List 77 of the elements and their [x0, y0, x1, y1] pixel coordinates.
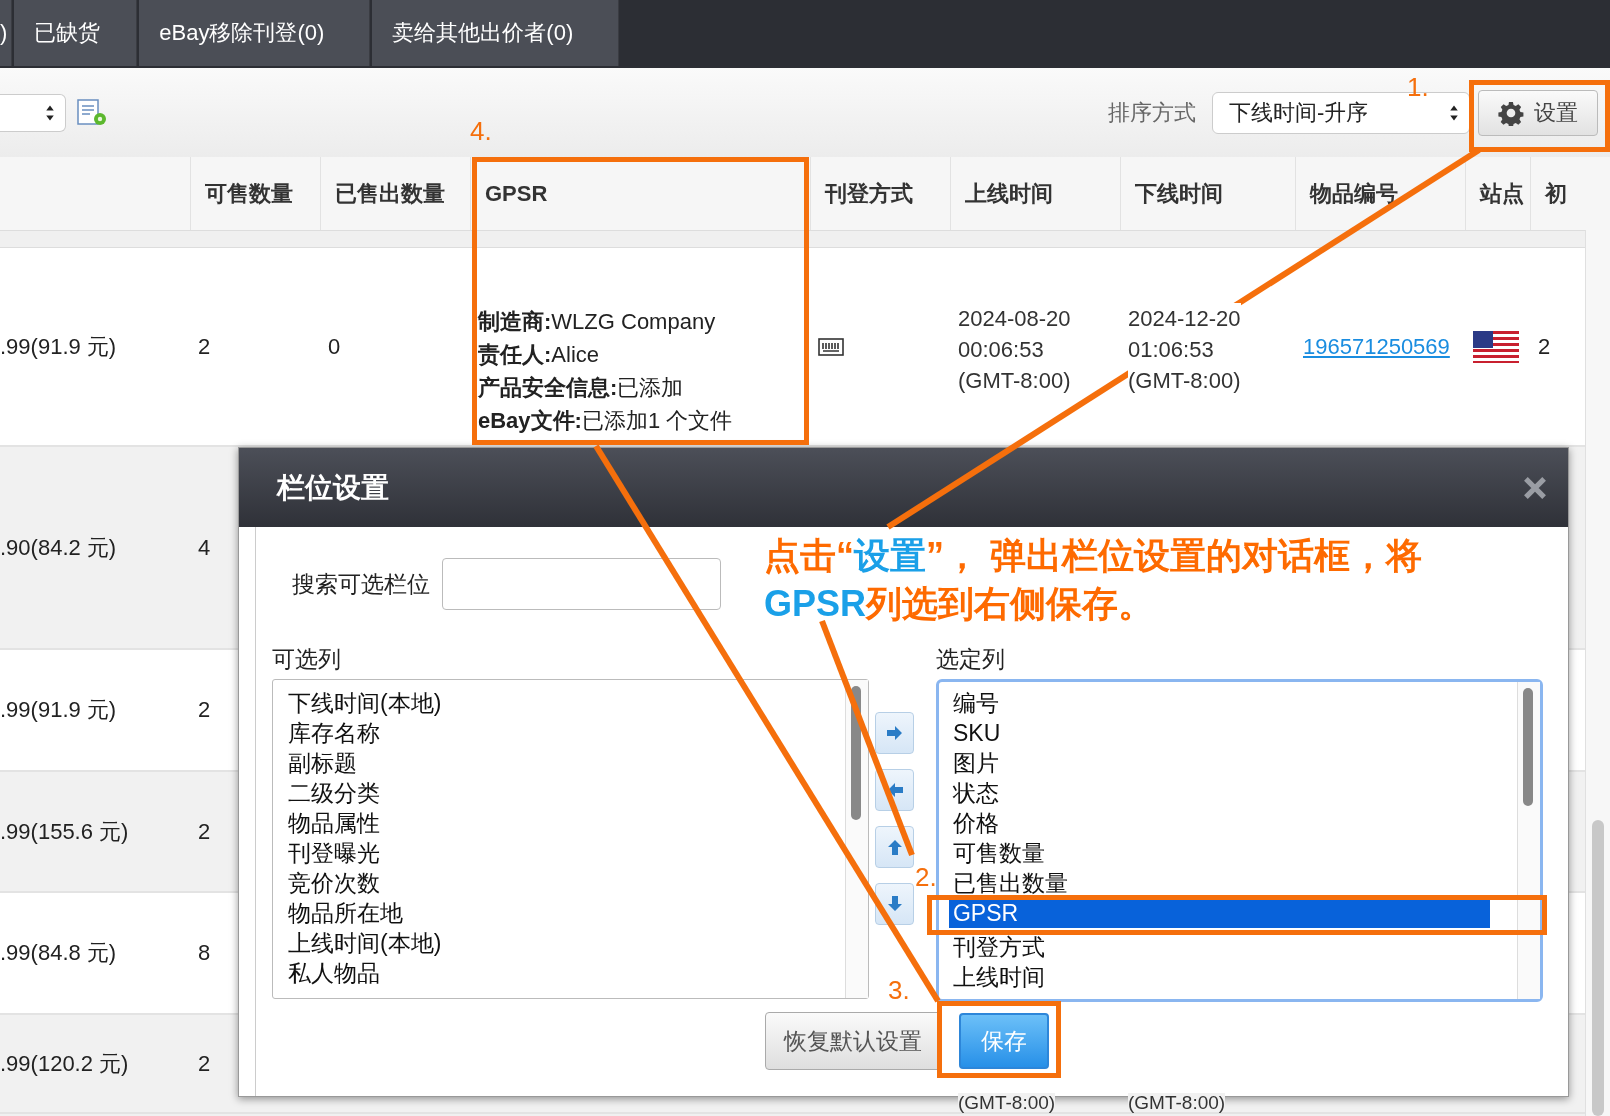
list-item[interactable]: 状态	[952, 778, 999, 808]
settings-button[interactable]: 设置	[1478, 89, 1598, 136]
gpsr-info-line: 产品安全信息:已添加	[478, 374, 684, 402]
list-item[interactable]: 刊登曝光	[288, 838, 380, 868]
table-cell-text: .99(91.9 元)	[0, 332, 117, 361]
gpsr-info-line: eBay文件:已添加1 个文件	[478, 407, 733, 435]
scrollbar-thumb[interactable]	[1523, 688, 1533, 806]
list-item[interactable]: 可售数量	[952, 838, 1045, 868]
table-cell: 8	[198, 940, 211, 966]
table-cell: 2	[198, 1050, 211, 1077]
gpsr-info-line: 制造商:WLZG Company	[478, 308, 716, 336]
table-cell-text: .99(120.2 元)	[0, 1049, 129, 1078]
table-cell: 0	[328, 333, 341, 360]
scrollbar-thumb[interactable]	[851, 686, 862, 820]
tab[interactable]: )	[0, 0, 13, 66]
table-cell: 2	[1538, 333, 1551, 360]
list-item[interactable]: 私人物品	[288, 958, 380, 988]
list-item[interactable]: 图片	[952, 748, 999, 778]
column-header[interactable]: 刊登方式	[825, 178, 913, 209]
tab[interactable]: 卖给其他出价者(0)	[372, 0, 620, 66]
list-label: 可选列	[272, 645, 342, 674]
list-item[interactable]: 上线时间	[952, 962, 1045, 992]
list-label: 选定列	[935, 645, 1006, 674]
column-header[interactable]: 物品编号	[1310, 178, 1398, 209]
table-cell: 2	[198, 333, 211, 360]
column-header[interactable]: 下线时间	[1135, 178, 1223, 209]
tab[interactable]: eBay移除刊登(0)	[139, 0, 371, 66]
instruction-text: 点击“设置”， 弹出栏位设置的对话框，将 GPSR列选到右侧保存。	[764, 534, 1422, 626]
sort-label: 排序方式	[1108, 98, 1196, 127]
settings-icon	[1498, 99, 1524, 126]
column-header[interactable]: GPSR	[485, 180, 548, 207]
list-item[interactable]: SKU	[952, 718, 1001, 748]
keyboard-icon	[818, 336, 844, 357]
updown-icon	[45, 103, 55, 122]
list-item[interactable]: 物品属性	[288, 808, 380, 838]
list-item[interactable]: 物品所在地	[288, 898, 403, 928]
close-icon[interactable]	[1522, 474, 1548, 501]
list-item[interactable]: 上线时间(本地)	[288, 928, 442, 958]
updown-icon	[1449, 103, 1459, 122]
item-number-link[interactable]: 196571250569	[1303, 333, 1450, 360]
table-cell-text: .90(84.2 元)	[0, 533, 117, 562]
column-header[interactable]: 站点	[1480, 178, 1524, 209]
flag-icon	[1473, 330, 1519, 363]
move-button[interactable]	[875, 712, 915, 754]
column-header[interactable]: 可售数量	[205, 178, 293, 209]
list-item[interactable]: GPSR	[948, 898, 1490, 928]
table-cell-text: .99(91.9 元)	[0, 696, 117, 724]
list-item[interactable]: 二级分类	[288, 778, 380, 808]
tab[interactable]: 已缺货	[14, 0, 138, 66]
offline-time: (GMT-8:00)	[1128, 1093, 1226, 1112]
list-item[interactable]: 已售出数量	[952, 868, 1068, 898]
search-field[interactable]	[442, 558, 721, 610]
list-item[interactable]: 价格	[952, 808, 999, 838]
offline-time: 2024-12-20 01:06:53 (GMT-8:00)	[1128, 303, 1241, 396]
step-number: 3.	[888, 975, 910, 1005]
column-header[interactable]: 初	[1545, 178, 1567, 209]
table-cell-text: .99(84.8 元)	[0, 939, 117, 967]
select-field[interactable]	[0, 93, 66, 132]
dialog-title: 栏位设置	[277, 470, 389, 505]
column-header[interactable]: 已售出数量	[335, 178, 445, 209]
list-item[interactable]: 副标题	[288, 748, 357, 778]
step-number: 4.	[470, 116, 492, 146]
list-item[interactable]: 刊登方式	[952, 932, 1045, 962]
step-number: 2.	[915, 862, 937, 892]
table-cell: 2	[198, 697, 211, 723]
table-cell: 4	[198, 534, 211, 561]
column-header[interactable]: 上线时间	[965, 178, 1053, 209]
list-item[interactable]: 下线时间(本地)	[288, 688, 442, 718]
list-item[interactable]: 库存名称	[288, 718, 380, 748]
scrollbar-thumb[interactable]	[1592, 820, 1604, 1116]
table-cell: 2	[198, 818, 211, 845]
list-item[interactable]: 编号	[952, 688, 999, 718]
list-item[interactable]: 竞价次数	[288, 868, 380, 898]
table-cell-text: .99(155.6 元)	[0, 817, 129, 846]
gpsr-info-line: 责任人:Alice	[478, 341, 599, 369]
online-time: (GMT-8:00)	[958, 1093, 1056, 1112]
search-label: 搜索可选栏位	[292, 569, 430, 599]
